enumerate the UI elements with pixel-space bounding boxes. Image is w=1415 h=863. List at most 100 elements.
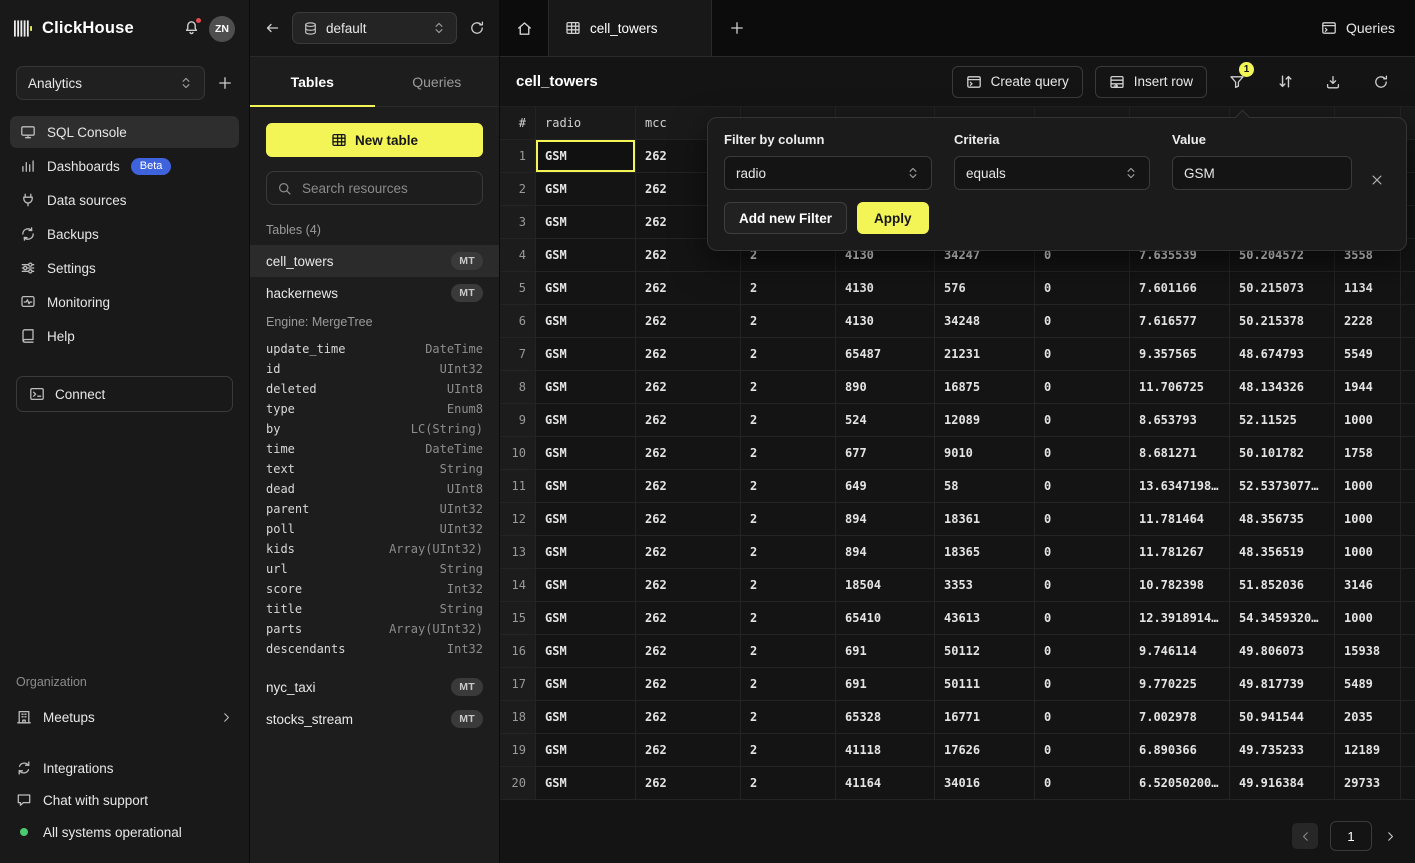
cell[interactable]: 21231 — [935, 338, 1035, 371]
cell[interactable]: 0 — [1035, 536, 1130, 569]
cell[interactable]: 2 — [741, 635, 836, 668]
cell[interactable]: 0 — [1035, 668, 1130, 701]
sidebar-item-settings[interactable]: Settings — [10, 252, 239, 284]
cell[interactable]: 2228 — [1335, 305, 1401, 338]
cell[interactable]: GSM — [536, 338, 636, 371]
cell[interactable]: 1134 — [1335, 272, 1401, 305]
sidebar-item-backups[interactable]: Backups — [10, 218, 239, 250]
cell[interactable]: 1000 — [1335, 602, 1401, 635]
cell[interactable]: 262 — [636, 272, 741, 305]
cell[interactable]: 2 — [741, 338, 836, 371]
cell[interactable]: 49.735233 — [1230, 734, 1335, 767]
cell[interactable]: 43613 — [935, 602, 1035, 635]
cell[interactable]: 894 — [836, 503, 935, 536]
cell[interactable]: 50111 — [935, 668, 1035, 701]
cell[interactable]: GSM — [536, 173, 636, 206]
column-header[interactable]: # — [500, 107, 536, 140]
add-new-filter-button[interactable]: Add new Filter — [724, 202, 847, 234]
cell[interactable]: 5489 — [1335, 668, 1401, 701]
cell[interactable]: 691 — [836, 668, 935, 701]
cell[interactable]: 262 — [636, 569, 741, 602]
cell[interactable]: 691 — [836, 635, 935, 668]
cell[interactable]: 3353 — [935, 569, 1035, 602]
cell[interactable]: GSM — [536, 668, 636, 701]
cell[interactable]: 2 — [741, 701, 836, 734]
cell[interactable]: 48.674793 — [1230, 338, 1335, 371]
cell[interactable]: 262 — [636, 701, 741, 734]
cell[interactable]: 2035 — [1335, 701, 1401, 734]
cell[interactable]: GSM — [536, 503, 636, 536]
table-item-cell-towers[interactable]: cell_towersMT — [250, 245, 499, 277]
notifications-bell-icon[interactable] — [183, 19, 200, 39]
table-item-nyc-taxi[interactable]: nyc_taxiMT — [250, 671, 499, 703]
cell[interactable]: 1944 — [1335, 371, 1401, 404]
cell[interactable]: 49.916384 — [1230, 767, 1335, 800]
apply-filter-button[interactable]: Apply — [857, 202, 929, 234]
download-button[interactable] — [1315, 66, 1351, 98]
tab-queries[interactable]: Queries — [375, 57, 500, 106]
footer-item-chat-with-support[interactable]: Chat with support — [16, 785, 233, 815]
table-item-stocks-stream[interactable]: stocks_streamMT — [250, 703, 499, 735]
cell[interactable]: 2 — [741, 272, 836, 305]
cell[interactable]: 16875 — [935, 371, 1035, 404]
cell[interactable]: 0 — [1035, 305, 1130, 338]
cell[interactable]: 894 — [836, 536, 935, 569]
cell[interactable]: GSM — [536, 206, 636, 239]
cell[interactable]: 2 — [741, 503, 836, 536]
cell[interactable]: 41164 — [836, 767, 935, 800]
cell[interactable]: GSM — [536, 602, 636, 635]
cell[interactable]: 52.5373077… — [1230, 470, 1335, 503]
cell[interactable]: 3146 — [1335, 569, 1401, 602]
cell[interactable]: 54.3459320… — [1230, 602, 1335, 635]
database-select[interactable]: default — [292, 12, 457, 44]
cell[interactable]: 262 — [636, 635, 741, 668]
cell[interactable]: 52.11525 — [1230, 404, 1335, 437]
cell[interactable]: 2 — [741, 767, 836, 800]
cell[interactable]: 0 — [1035, 635, 1130, 668]
cell[interactable]: 649 — [836, 470, 935, 503]
cell[interactable]: 6.890366 — [1130, 734, 1230, 767]
cell[interactable]: 1000 — [1335, 503, 1401, 536]
cell[interactable]: GSM — [536, 536, 636, 569]
avatar[interactable]: ZN — [209, 16, 235, 42]
cell[interactable]: 2 — [741, 437, 836, 470]
sidebar-item-dashboards[interactable]: DashboardsBeta — [10, 150, 239, 182]
sort-button[interactable] — [1267, 66, 1303, 98]
cell[interactable]: GSM — [536, 701, 636, 734]
tab-tables[interactable]: Tables — [250, 57, 375, 106]
cell[interactable]: 1758 — [1335, 437, 1401, 470]
sidebar-item-monitoring[interactable]: Monitoring — [10, 286, 239, 318]
cell[interactable]: 58 — [935, 470, 1035, 503]
cell[interactable]: 7.601166 — [1130, 272, 1230, 305]
cell[interactable]: 50.215073 — [1230, 272, 1335, 305]
queries-button[interactable]: Queries — [1301, 0, 1415, 56]
cell[interactable]: GSM — [536, 470, 636, 503]
cell[interactable]: 17626 — [935, 734, 1035, 767]
cell[interactable]: 2 — [741, 470, 836, 503]
cell[interactable]: 9.746114 — [1130, 635, 1230, 668]
table-item-hackernews[interactable]: hackernewsMT — [250, 277, 499, 309]
cell[interactable]: 5549 — [1335, 338, 1401, 371]
cell[interactable]: 1000 — [1335, 470, 1401, 503]
cell[interactable]: 1000 — [1335, 536, 1401, 569]
cell[interactable]: 0 — [1035, 338, 1130, 371]
cell[interactable]: 15938 — [1335, 635, 1401, 668]
new-tab-button[interactable] — [712, 0, 761, 56]
home-tab[interactable] — [500, 0, 548, 56]
prev-page-button[interactable] — [1292, 823, 1318, 849]
cell[interactable]: 11.781267 — [1130, 536, 1230, 569]
cell[interactable]: 262 — [636, 338, 741, 371]
filter-column-select[interactable]: radio — [724, 156, 932, 190]
cell[interactable]: 4130 — [836, 305, 935, 338]
cell[interactable]: 18365 — [935, 536, 1035, 569]
cell[interactable]: 262 — [636, 305, 741, 338]
cell[interactable]: 0 — [1035, 569, 1130, 602]
footer-item-integrations[interactable]: Integrations — [16, 753, 233, 783]
cell[interactable]: 4130 — [836, 272, 935, 305]
connect-button[interactable]: Connect — [16, 376, 233, 412]
sidebar-item-data-sources[interactable]: Data sources — [10, 184, 239, 216]
cell[interactable]: 262 — [636, 371, 741, 404]
insert-row-button[interactable]: Insert row — [1095, 66, 1207, 98]
cell[interactable]: 262 — [636, 503, 741, 536]
filter-button[interactable]: 1 — [1219, 66, 1255, 98]
